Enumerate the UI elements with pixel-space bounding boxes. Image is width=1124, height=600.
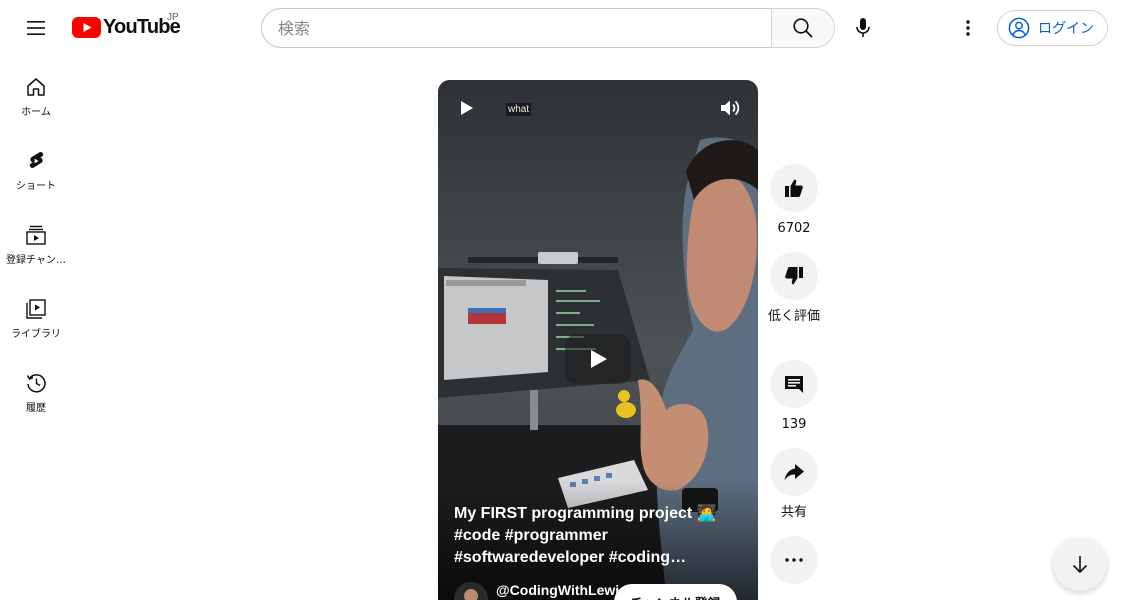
sidebar-item-label: ホーム [21,107,51,118]
login-button[interactable]: ログイン [997,10,1108,46]
center-play-button[interactable] [565,334,631,384]
subscriptions-icon [26,225,46,245]
play-icon [591,350,607,368]
comment-count: 139 [781,417,807,432]
sidebar-item-library[interactable]: ライブラリ [0,278,72,350]
title-line: #softwaredeveloper #coding… [454,549,687,566]
sidebar-item-label: 履歴 [26,403,46,414]
dislike-button[interactable] [770,252,818,300]
sidebar-item-subscriptions[interactable]: 登録チャン… [0,204,72,276]
channel-avatar[interactable] [454,582,488,600]
hamburger-menu-icon [27,21,45,35]
title-line: #code #programmer [454,527,608,544]
settings-menu-button[interactable] [948,8,988,48]
sidebar-item-label: 登録チャン… [6,255,66,266]
share-button[interactable] [770,448,818,496]
like-count: 6702 [777,221,811,236]
search-icon [793,18,813,38]
comment-icon [785,376,803,393]
search-button[interactable] [771,8,835,48]
share-label: 共有 [780,505,807,520]
comments-button[interactable] [770,360,818,408]
region-code: JP [167,12,179,23]
thumbs-down-icon [785,267,803,285]
guide-menu-button[interactable] [16,8,56,48]
like-action: 6702 [770,164,818,239]
account-circle-icon [1008,17,1030,39]
search-box [261,8,772,48]
avatar-image [454,582,488,600]
sidebar-item-label: ライブラリ [11,329,61,340]
video-title[interactable]: My FIRST programming project 🧑‍💻 #code #… [454,503,744,569]
dislike-label: 低く評価 [768,309,821,324]
share-arrow-icon [784,464,804,481]
next-video-button[interactable] [1053,537,1107,591]
like-button[interactable] [770,164,818,212]
youtube-play-logo-icon [72,17,101,38]
microphone-icon [856,18,870,37]
comment-action: 139 [770,360,818,435]
history-icon [26,374,46,393]
search-input[interactable] [278,18,772,38]
title-line: My FIRST programming project 🧑‍💻 [454,505,717,522]
voice-search-button[interactable] [843,8,883,48]
thumbs-up-icon [785,179,803,197]
play-icon[interactable] [454,96,478,120]
volume-icon[interactable] [718,96,742,120]
library-icon [26,299,46,319]
sidebar-item-home[interactable]: ホーム [0,56,72,128]
sidebar-item-history[interactable]: 履歴 [0,352,72,424]
youtube-logo[interactable]: YouTube [72,16,181,39]
channel-bar: @CodingWithLewi チャンネル登録 [454,580,754,600]
home-icon [27,78,45,96]
shorts-icon [29,151,44,168]
login-label: ログイン [1038,21,1094,37]
vertical-dots-icon [966,20,970,36]
more-action [770,536,818,584]
sidebar-item-label: ショート [16,181,56,192]
subscribe-button[interactable]: チャンネル登録 [614,584,737,600]
sidebar-item-shorts[interactable]: ショート [0,130,72,202]
channel-name[interactable]: @CodingWithLewi [496,582,619,598]
overlay-text-tag: what [506,103,532,116]
share-action: 共有 [770,448,818,523]
shorts-player[interactable]: what My FIRST programming project 🧑‍💻 #c… [438,80,758,600]
more-options-button[interactable] [770,536,818,584]
horizontal-dots-icon [785,558,803,562]
arrow-down-icon [1072,556,1088,574]
masthead: YouTube JP ログイン [0,0,1124,56]
dislike-action: 低く評価 [768,252,821,327]
